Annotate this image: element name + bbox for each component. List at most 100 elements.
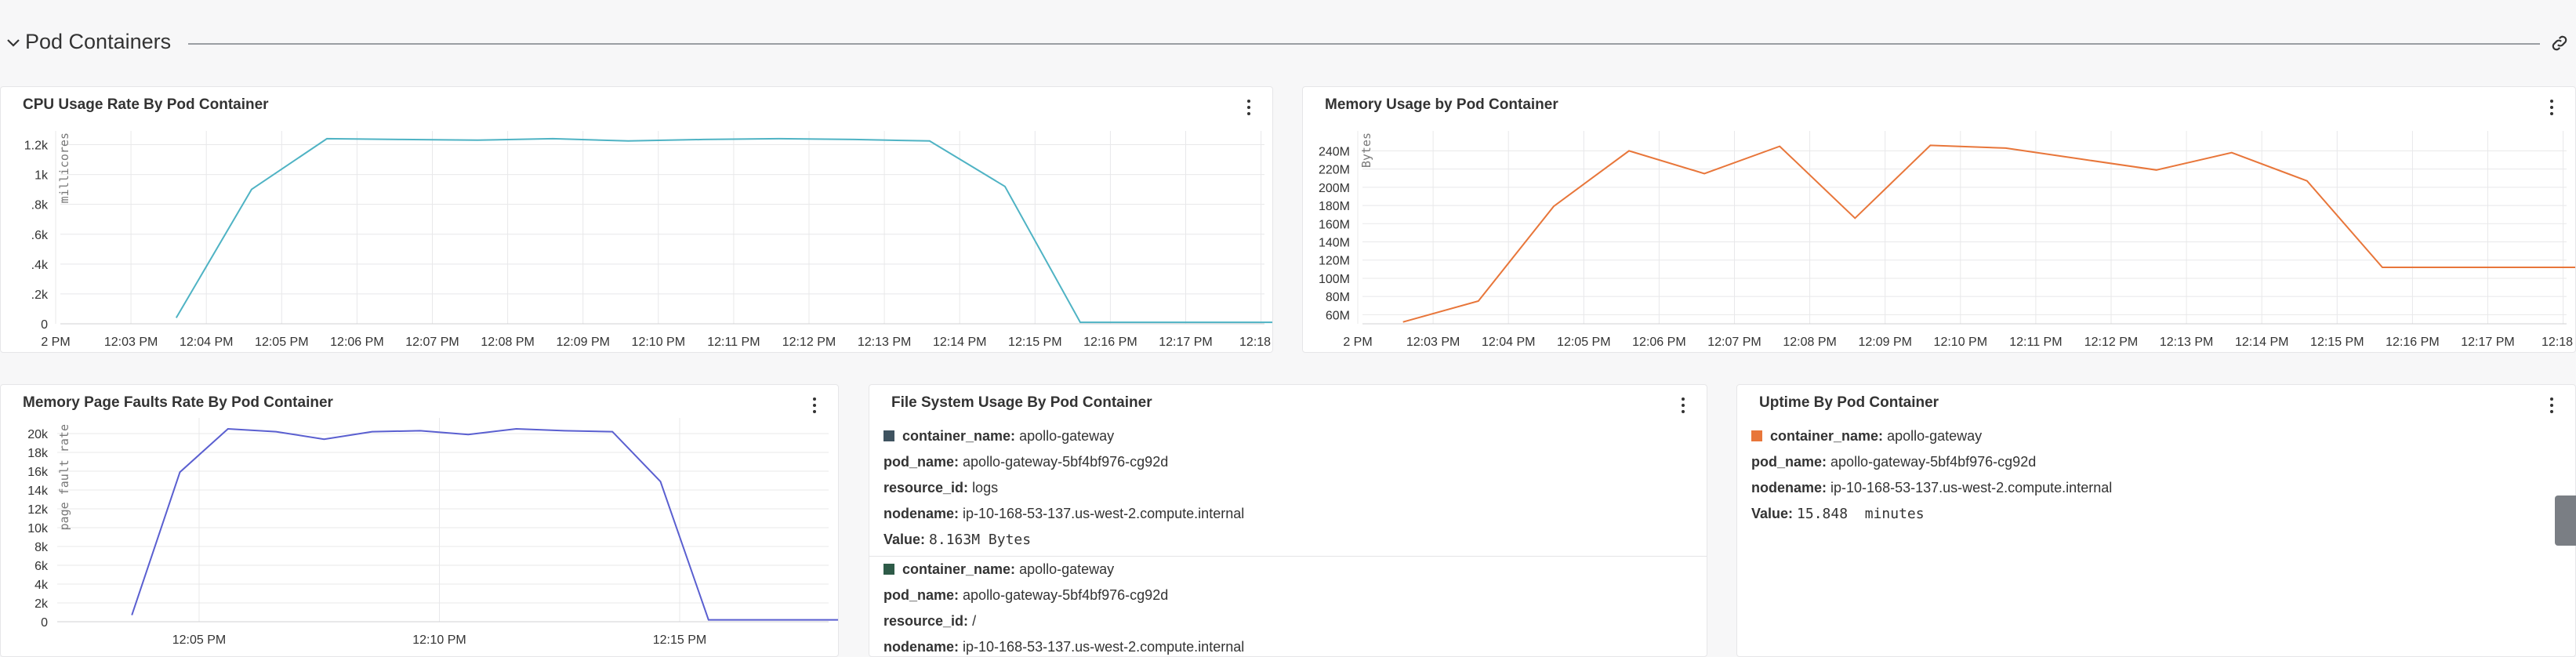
y-tick-label: 1k [34,169,49,183]
y-tick-label: 4k [34,579,49,592]
container-name: apollo-gateway [1019,561,1115,577]
x-tick-label: 12:18 P [1239,336,1273,349]
series-line [131,427,838,621]
x-tick-label: 12:04 PM [180,336,233,349]
field-label: Value: [1751,506,1794,521]
x-tick-label: 12:09 PM [556,336,609,349]
field-label: container_name: [902,561,1016,577]
panel-title: Memory Page Faults Rate By Pod Container [23,394,333,411]
x-tick-label: 12:08 PM [1783,336,1836,349]
y-tick-label: 2k [34,597,49,611]
y-tick-label: 60M [1326,309,1350,322]
x-tick-label: 12:06 PM [330,336,383,349]
memory-usage-panel: Memory Usage by Pod Container 240M 220M 20… [1302,86,2576,353]
series-swatch [883,564,894,575]
field-label: resource_id: [883,613,969,629]
y-tick-label: .8k [31,199,49,212]
more-options-icon[interactable] [808,394,821,416]
container-name: apollo-gateway [1887,428,1983,444]
y-tick-label: 1.2k [24,140,49,153]
x-tick-label: 12:11 PM [707,336,760,349]
nodename: ip-10-168-53-137.us-west-2.compute.inter… [1830,480,2113,495]
y-axis-label: millicores [57,132,71,203]
more-options-icon[interactable] [1243,96,1255,118]
x-tick-label: 12:05 PM [172,633,226,647]
metric-value: 15.848 minutes [1797,506,1925,522]
x-tick-label: 12:17 PM [1159,336,1212,349]
y-axis-label: Bytes [1359,132,1373,168]
uptime-panel: Uptime By Pod Container container_name: … [1736,384,2576,657]
x-tick-label: 12:16 PM [1083,336,1137,349]
x-tick-label: 12:08 PM [481,336,534,349]
legend-item: container_name: apollo-gateway pod_name:… [1737,385,2575,522]
y-tick-label: 18k [27,447,49,460]
x-tick-label: 12:03 PM [104,336,158,349]
y-tick-label: 16k [27,466,49,479]
legend-item: container_name: apollo-gateway pod_name:… [869,385,1707,655]
x-tick-label: 12:17 PM [2461,336,2514,349]
series-line [175,137,1272,324]
x-tick-label: 2 PM [1343,336,1372,349]
y-tick-label: 120M [1319,255,1350,268]
filesystem-usage-panel: File System Usage By Pod Container conta… [869,384,1707,657]
side-panel-toggle[interactable] [2555,495,2576,546]
x-tick-label: 12:09 PM [1858,336,1911,349]
y-tick-label: .2k [31,289,49,302]
link-icon[interactable] [2549,33,2570,53]
x-tick-label: 12:06 PM [1632,336,1685,349]
field-label: nodename: [883,639,960,655]
y-tick-label: 8k [34,541,49,554]
section-title: Pod Containers [25,30,172,53]
y-tick-label: 12k [27,503,49,517]
nodename: ip-10-168-53-137.us-west-2.compute.inter… [963,639,1245,655]
x-tick-label: 12:14 PM [2235,336,2288,349]
x-tick-label: 12:07 PM [1707,336,1761,349]
series-swatch [1751,430,1762,441]
y-tick-label: 200M [1319,182,1350,195]
y-axis-label: page fault rate [57,424,71,530]
y-tick-label: 160M [1319,218,1350,231]
x-tick-label: 12:15 PM [653,633,706,647]
panel-title: CPU Usage Rate By Pod Container [23,96,269,113]
more-options-icon[interactable] [2545,96,2558,118]
pod-name: apollo-gateway-5bf4bf976-cg92d [963,587,1169,603]
x-tick-label: 12:13 PM [858,336,911,349]
x-tick-label: 12:18 P [2542,336,2576,349]
series-line [1402,144,2575,323]
divider [869,556,1707,557]
x-tick-label: 12:12 PM [2084,336,2138,349]
y-tick-label: 0 [41,616,48,630]
x-tick-label: 12:12 PM [782,336,836,349]
metric-value: 8.163M Bytes [929,532,1032,548]
x-tick-label: 2 PM [41,336,70,349]
chevron-down-icon[interactable] [5,34,22,52]
x-tick-label: 12:05 PM [1557,336,1610,349]
x-tick-label: 12:13 PM [2160,336,2213,349]
resource-id: / [972,613,977,629]
y-tick-label: 0 [41,318,48,332]
y-tick-label: 6k [34,560,49,573]
field-label: nodename: [1751,480,1827,495]
field-label: pod_name: [1751,454,1827,470]
section-divider [188,43,2540,45]
y-tick-label: 220M [1319,164,1350,177]
y-tick-label: 14k [27,485,49,498]
x-tick-label: 12:11 PM [2009,336,2062,349]
y-tick-label: 80M [1326,291,1350,304]
cpu-usage-chart: 1.2k 1k .8k .6k .4k .2k 0 2 PM 12:03 PM 12:04 PM 1… [24,131,1273,349]
page-faults-chart: 20k 18k 16k 14k 12k 10k 8k 6k 4k 2k 0 12:05 PM 12:10… [27,418,838,647]
y-tick-label: .4k [31,259,49,272]
y-tick-label: 100M [1319,273,1350,286]
x-tick-label: 12:10 PM [412,633,466,647]
x-tick-label: 12:15 PM [1008,336,1061,349]
field-label: Value: [883,532,926,547]
cpu-usage-panel: CPU Usage Rate By Pod Container 1.2k 1k .8… [0,86,1273,353]
x-tick-label: 12:16 PM [2386,336,2439,349]
x-tick-label: 12:10 PM [632,336,685,349]
x-tick-label: 12:07 PM [405,336,459,349]
x-tick-label: 12:05 PM [255,336,308,349]
x-tick-label: 12:04 PM [1482,336,1535,349]
x-tick-label: 12:03 PM [1406,336,1460,349]
page-faults-panel: Memory Page Faults Rate By Pod Container… [0,384,839,657]
y-tick-label: 240M [1319,145,1350,158]
